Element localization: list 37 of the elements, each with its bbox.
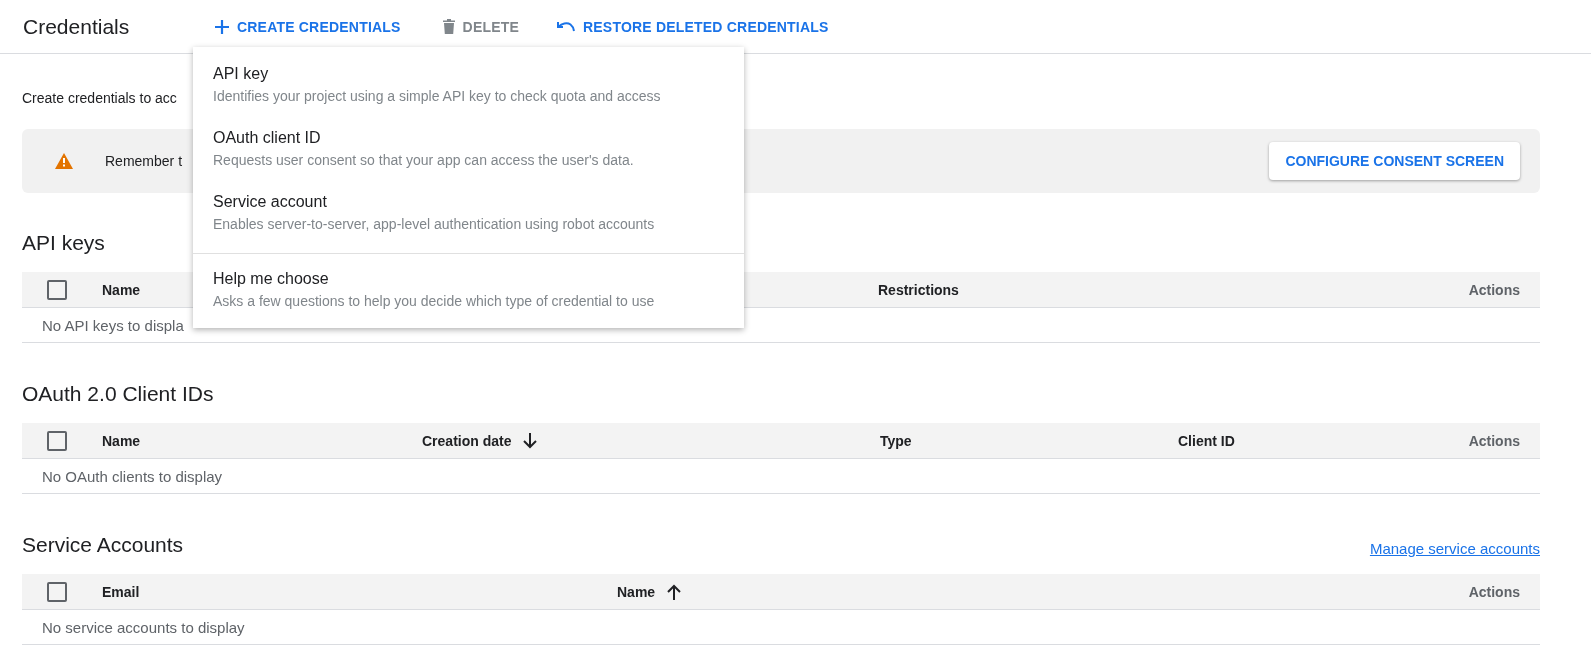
plus-icon	[215, 19, 229, 34]
arrow-down-icon[interactable]	[523, 432, 538, 449]
select-all-checkbox[interactable]	[47, 581, 67, 602]
banner-text: Remember t	[105, 153, 183, 169]
warning-icon	[55, 153, 73, 169]
empty-message: No OAuth clients to display	[42, 467, 223, 485]
section-title: Service Accounts	[22, 533, 184, 557]
column-header[interactable]: Name	[617, 583, 656, 600]
create-button[interactable]: CREATE CREDENTIALS	[211, 12, 405, 41]
menu-item[interactable]: Help me choose Asks a few questions to help you decide which type of credential to use	[193, 258, 744, 322]
empty-message: No API keys to displa	[42, 316, 184, 334]
column-header: Actions	[1468, 583, 1520, 600]
column-header: Actions	[1468, 281, 1520, 298]
arrow-up-icon[interactable]	[667, 583, 682, 600]
menu-item[interactable]: OAuth client ID Requests user consent so that your app can access the user's data.	[193, 117, 744, 181]
column-header: Client ID	[1178, 432, 1235, 449]
menu-item[interactable]: API key Identifies your project using a simple API key to check quota and access	[193, 53, 744, 117]
select-all-checkbox[interactable]	[47, 430, 67, 451]
trash-icon	[442, 19, 455, 34]
column-header: Name	[102, 432, 141, 449]
undo-icon	[557, 21, 575, 32]
page-title: Credentials	[23, 14, 131, 39]
column-header: Type	[880, 432, 912, 449]
menu-item[interactable]: Service account Enables server-to-server, app-level authentication using robot accounts	[193, 181, 744, 245]
column-header: Restrictions	[878, 281, 959, 298]
intro-text: Create credentials to acc	[22, 90, 177, 108]
configure-consent-button[interactable]: CONFIGURE CONSENT SCREEN	[1269, 142, 1520, 180]
column-header: Name	[102, 281, 141, 298]
select-all-checkbox[interactable]	[47, 279, 67, 300]
empty-message: No service accounts to display	[42, 618, 245, 636]
restore-button[interactable]: RESTORE DELETED CREDENTIALS	[553, 12, 833, 41]
manage-link[interactable]: Manage service accounts	[1369, 540, 1540, 557]
column-header: Email	[102, 583, 140, 600]
column-header[interactable]: Creation date	[422, 432, 512, 449]
column-header: Actions	[1468, 432, 1520, 449]
section-title: OAuth 2.0 Client IDs	[22, 382, 214, 406]
section-title: API keys	[22, 231, 105, 255]
